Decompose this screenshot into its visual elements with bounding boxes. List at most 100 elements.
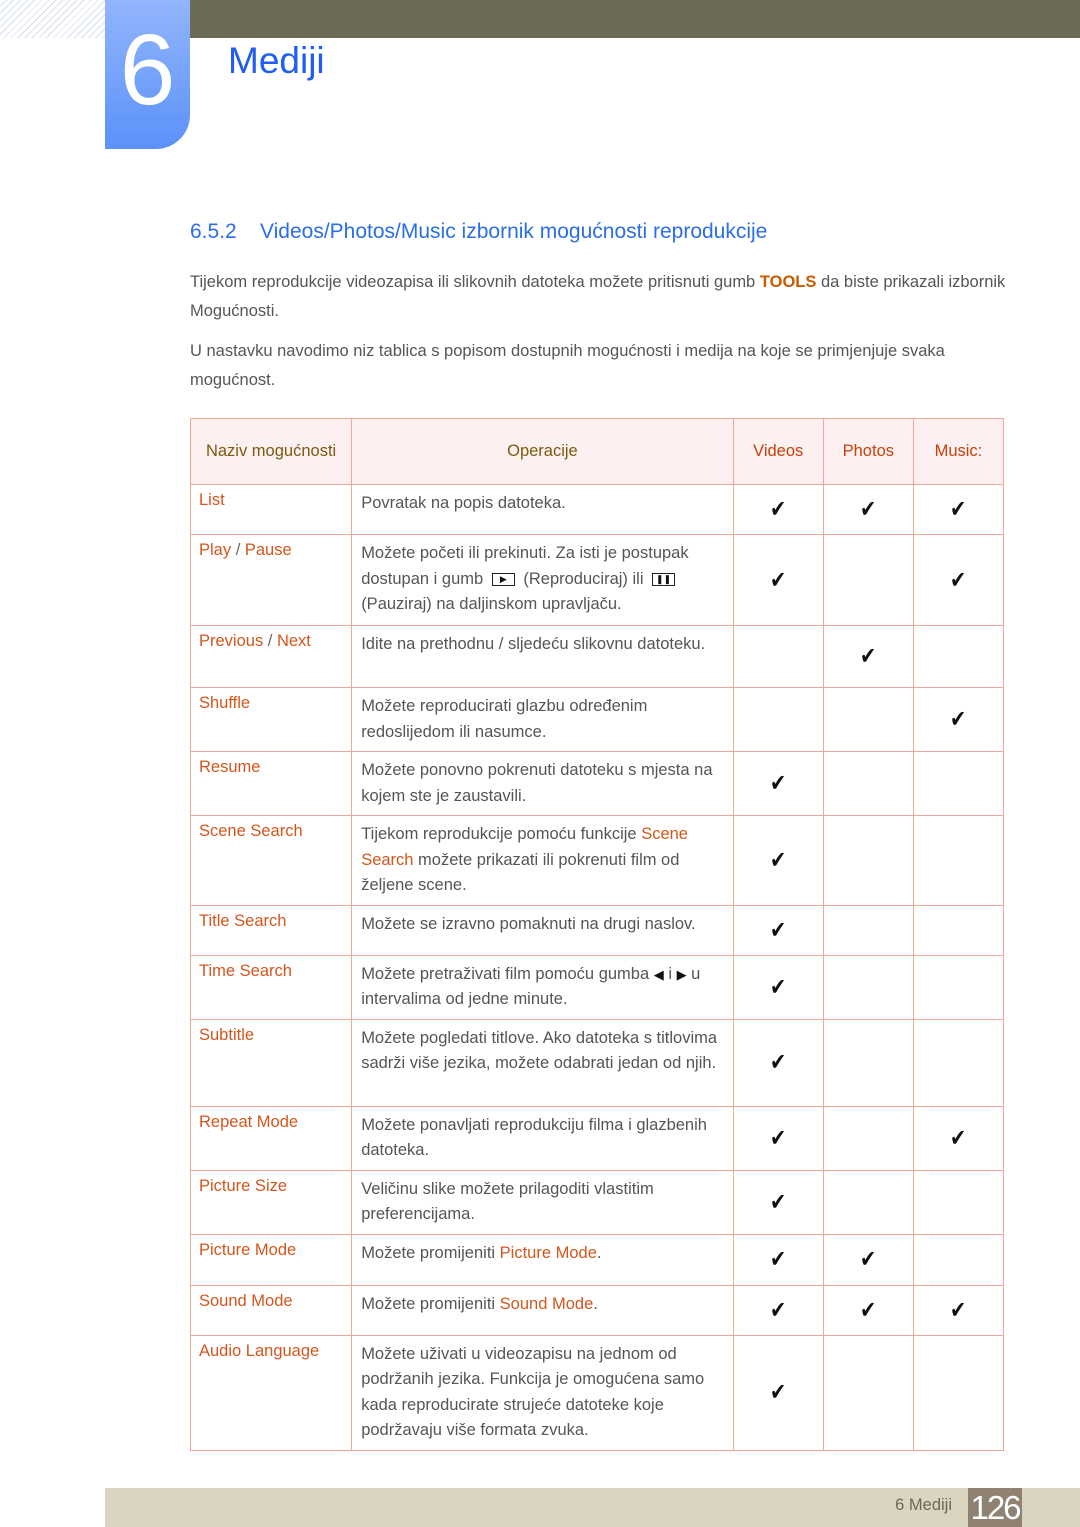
- table-row: Audio Language Možete uživati u videozapi…: [189, 1334, 1005, 1451]
- header-bar: [190, 0, 1080, 38]
- option-description: Možete početi ili prekinuti. Za isti je …: [351, 534, 734, 626]
- text: Možete ponavljati reprodukciju filma i g…: [361, 1115, 707, 1160]
- videos-cell: [732, 625, 824, 688]
- options-table: Naziv mogućnosti Operacije Videos Photos…: [189, 418, 1005, 1451]
- text: Možete pogledati titlove. Ako datoteka s…: [361, 1028, 718, 1073]
- checkmark-icon: ✔: [950, 1296, 967, 1324]
- text: Title Search: [199, 911, 287, 930]
- checkmark-icon: ✔: [770, 1188, 787, 1216]
- music-cell: [912, 904, 1005, 956]
- separator: /: [263, 632, 277, 650]
- page-number: 126: [968, 1488, 1022, 1527]
- header-photos: Photos: [822, 418, 914, 485]
- photos-cell: [822, 751, 914, 816]
- right-arrow-icon: ▶: [676, 966, 687, 982]
- videos-cell: ✔: [732, 1105, 824, 1171]
- section-number: 6.5.2: [190, 220, 237, 243]
- option-description: Možete ponovno pokrenuti datoteku s mjes…: [351, 751, 734, 816]
- table-row: Picture Mode Možete promijeniti Picture M…: [189, 1233, 1005, 1286]
- table-row: Play / Pause Možete početi ili prekinuti.…: [189, 534, 1005, 626]
- table-row: List Povratak na popis datoteka. ✔ ✔ ✔: [189, 484, 1005, 535]
- option-name: Shuffle: [189, 687, 353, 752]
- table-row: Repeat Mode Možete ponavljati reprodukcij…: [189, 1105, 1005, 1171]
- text: List: [199, 491, 225, 509]
- photos-cell: [822, 1105, 914, 1171]
- checkmark-icon: ✔: [950, 1124, 967, 1152]
- footer-bar: 6 Mediji 126: [105, 1488, 1080, 1527]
- music-cell: [912, 954, 1005, 1020]
- checkmark-icon: ✔: [770, 566, 787, 594]
- option-name: Play / Pause: [189, 534, 353, 626]
- table-row: Shuffle Možete reproducirati glazbu određ…: [189, 687, 1005, 752]
- music-cell: [912, 815, 1005, 906]
- table-row: Subtitle Možete pogledati titlove. Ako da…: [189, 1018, 1005, 1107]
- videos-cell: ✔: [732, 1284, 824, 1336]
- checkmark-icon: ✔: [770, 770, 787, 797]
- header-decoration: [0, 0, 105, 38]
- videos-cell: ✔: [732, 1169, 824, 1235]
- text: Možete promijeniti: [361, 1243, 500, 1262]
- header-operations: Operacije: [351, 418, 734, 485]
- music-cell: ✔: [912, 1284, 1005, 1336]
- photos-cell: [822, 954, 914, 1020]
- play-button-icon: ▶: [491, 572, 515, 586]
- option-description: Povratak na popis datoteka.: [351, 484, 734, 535]
- option-description: Možete uživati u videozapisu na jednom o…: [351, 1334, 734, 1451]
- music-cell: [912, 1233, 1005, 1286]
- photos-cell: [822, 904, 914, 956]
- videos-cell: ✔: [732, 484, 824, 535]
- text: Scene Search: [199, 822, 303, 840]
- text: Resume: [199, 758, 261, 776]
- pause-button-icon: ❚❚: [652, 572, 676, 586]
- text: .: [596, 1243, 602, 1262]
- photos-cell: ✔: [822, 484, 914, 535]
- videos-cell: ✔: [732, 815, 824, 906]
- section-title: Videos/Photos/Music izbornik mogućnosti …: [260, 220, 768, 243]
- option-description: Veličinu slike možete prilagoditi vlasti…: [351, 1169, 734, 1235]
- checkmark-icon: ✔: [770, 846, 787, 874]
- highlight-text: Picture Mode: [499, 1243, 597, 1262]
- checkmark-icon: ✔: [770, 496, 787, 523]
- text: Repeat Mode: [199, 1112, 299, 1131]
- text: Audio Language: [199, 1341, 320, 1360]
- text: Možete ponovno pokrenuti datoteku s mjes…: [361, 761, 713, 805]
- text: Veličinu slike možete prilagoditi vlasti…: [361, 1179, 654, 1224]
- checkmark-icon: ✔: [860, 496, 877, 523]
- option-name: Scene Search: [189, 815, 353, 906]
- option-description: Možete promijeniti Picture Mode.: [351, 1233, 734, 1286]
- option-description: Možete promijeniti Sound Mode.: [351, 1284, 734, 1336]
- checkmark-icon: ✔: [950, 496, 967, 523]
- music-cell: ✔: [912, 1105, 1005, 1171]
- table-header-row: Naziv mogućnosti Operacije Videos Photos…: [189, 418, 1005, 485]
- checkmark-icon: ✔: [950, 706, 967, 733]
- section-heading: 6.5.2 Videos/Photos/Music izbornik mogućn…: [190, 220, 767, 244]
- highlight-text: Sound Mode: [499, 1294, 594, 1313]
- option-name: Sound Mode: [189, 1284, 353, 1336]
- table-row: Title Search Možete se izravno pomaknuti …: [189, 904, 1005, 956]
- text: Možete uživati u videozapisu na jednom o…: [361, 1344, 705, 1440]
- videos-cell: ✔: [732, 751, 824, 816]
- option-description: Možete reproducirati glazbu određenim re…: [351, 687, 734, 752]
- checkmark-icon: ✔: [860, 1296, 877, 1324]
- text: Time Search: [199, 961, 292, 980]
- checkmark-icon: ✔: [770, 1049, 787, 1076]
- option-name: Audio Language: [189, 1334, 353, 1451]
- videos-cell: ✔: [732, 954, 824, 1020]
- chapter-title: Mediji: [228, 40, 325, 81]
- text: Pause: [244, 541, 292, 559]
- checkmark-icon: ✔: [860, 643, 877, 670]
- table-row: Sound Mode Možete promijeniti Sound Mode.…: [189, 1284, 1005, 1336]
- videos-cell: ✔: [732, 904, 824, 956]
- table-row: Time Search Možete pretraživati film pomo…: [189, 954, 1005, 1020]
- table-row: Resume Možete ponovno pokrenuti datoteku …: [189, 751, 1005, 816]
- checkmark-icon: ✔: [770, 1379, 787, 1406]
- option-name: Resume: [189, 751, 353, 816]
- text: Sound Mode: [199, 1291, 293, 1310]
- text: Next: [276, 632, 311, 650]
- text: Picture Mode: [199, 1240, 297, 1259]
- text: Picture Size: [199, 1176, 288, 1195]
- header-name: Naziv mogućnosti: [189, 418, 353, 485]
- table-row: Scene Search Tijekom reprodukcije pomoću …: [189, 815, 1005, 906]
- text: Play: [199, 541, 232, 559]
- text: Previous: [199, 632, 264, 650]
